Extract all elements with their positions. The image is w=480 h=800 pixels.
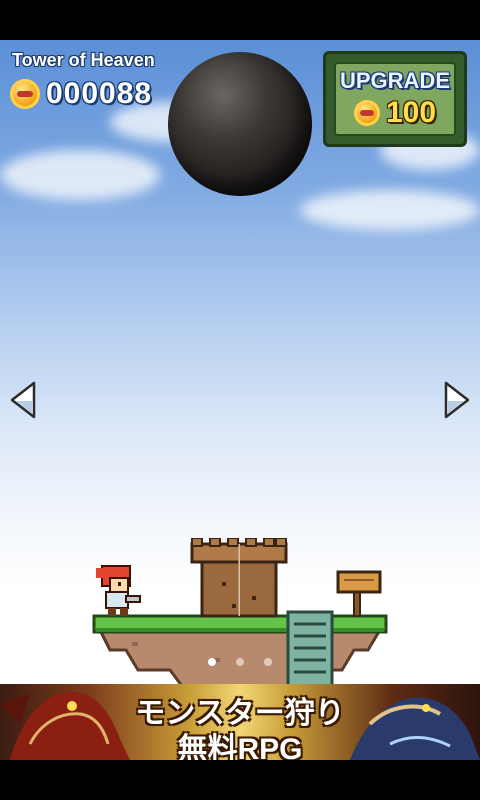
page-dot-active[interactable]: [208, 658, 216, 666]
gold-coin-icon: [353, 100, 380, 126]
upgrade-button[interactable]: UPGRADE 100: [323, 51, 467, 147]
cloud: [300, 190, 480, 230]
page-dot[interactable]: [264, 658, 272, 666]
page-dot[interactable]: [236, 658, 244, 666]
coin-counter: 000088: [10, 77, 153, 110]
cloud: [0, 150, 160, 200]
upgrade-label: UPGRADE: [339, 68, 450, 93]
signpost: [336, 570, 382, 617]
ladder: [286, 610, 334, 684]
game-screen: Tower of Heaven 000088 UPGRADE 100 モンスター…: [0, 0, 480, 800]
tower: [190, 538, 288, 618]
triangle-left-icon[interactable]: [10, 381, 36, 419]
ad-subheadline: 無料RPG: [177, 733, 303, 760]
game-area[interactable]: Tower of Heaven 000088 UPGRADE 100: [0, 40, 480, 684]
page-indicator: [208, 658, 272, 670]
ad-banner[interactable]: モンスター狩り 無料RPG: [0, 684, 480, 760]
upgrade-cost: 100: [385, 96, 437, 129]
upgrade-face: UPGRADE 100: [334, 62, 456, 136]
game-title: Tower of Heaven: [12, 50, 155, 70]
triangle-right-icon[interactable]: [444, 381, 470, 419]
bottom-bar: [0, 760, 480, 800]
hero-character: [96, 565, 141, 616]
coin-count: 000088: [46, 77, 153, 110]
status-bar: [0, 0, 480, 40]
iron-ball[interactable]: [168, 52, 312, 196]
upgrade-cost-row: 100: [353, 96, 437, 130]
island-earth: [97, 628, 383, 684]
gold-coin-icon: [10, 79, 40, 109]
